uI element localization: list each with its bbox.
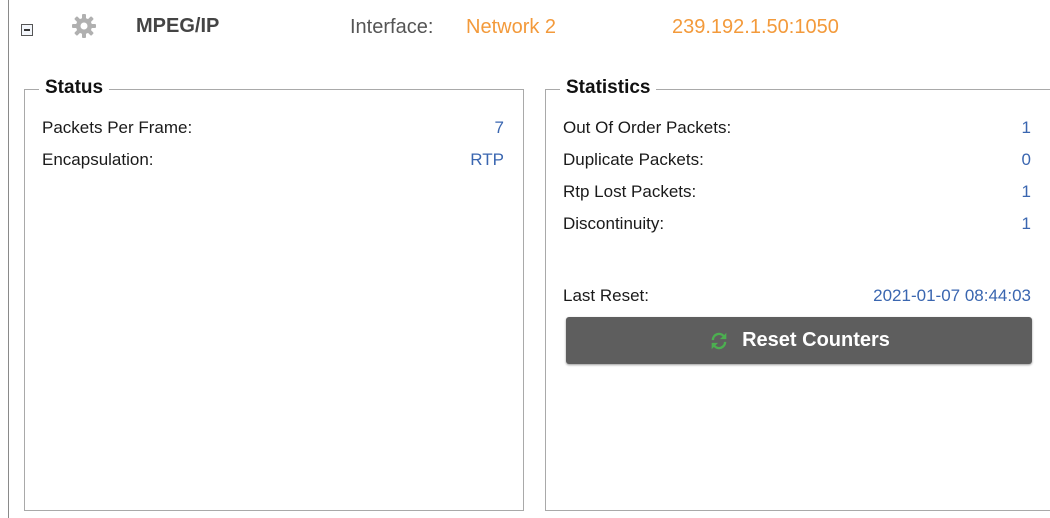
refresh-icon — [711, 332, 727, 349]
statistics-group: Statistics Out Of Order Packets: 1 Dupli… — [545, 77, 1050, 511]
status-title: Status — [39, 77, 110, 99]
stat-label: Discontinuity: — [563, 214, 665, 233]
stat-row-discontinuity: Discontinuity: 1 — [563, 214, 1031, 238]
interface-label: Interface: — [350, 16, 434, 38]
statistics-title: Statistics — [560, 77, 657, 99]
status-row-encapsulation: Encapsulation: RTP — [42, 150, 504, 174]
module-name: MPEG/IP — [136, 15, 220, 37]
stat-label: Rtp Lost Packets: — [563, 182, 697, 201]
status-label: Packets Per Frame: — [42, 118, 193, 137]
stat-value: 1 — [1021, 182, 1031, 201]
status-group: Status Packets Per Frame: 7 Encapsulatio… — [24, 77, 524, 511]
reset-counters-label: Reset Counters — [742, 329, 890, 351]
stat-value: 0 — [1021, 150, 1031, 169]
multicast-address: 239.192.1.50:1050 — [672, 16, 839, 38]
reset-counters-button[interactable]: Reset Counters — [566, 317, 1032, 364]
status-row-packets-per-frame: Packets Per Frame: 7 — [42, 118, 504, 142]
last-reset-label: Last Reset: — [563, 286, 649, 305]
gear-icon[interactable] — [71, 13, 97, 39]
last-reset-value: 2021-01-07 08:44:03 — [873, 286, 1031, 305]
stat-row-last-reset: Last Reset: 2021-01-07 08:44:03 — [563, 286, 1031, 310]
stat-value: 1 — [1021, 118, 1031, 137]
interface-value: Network 2 — [466, 16, 557, 38]
stat-value: 1 — [1021, 214, 1031, 233]
collapse-icon[interactable] — [21, 24, 33, 36]
stat-label: Duplicate Packets: — [563, 150, 704, 169]
stat-row-out-of-order: Out Of Order Packets: 1 — [563, 118, 1031, 142]
status-value: 7 — [494, 118, 504, 137]
status-label: Encapsulation: — [42, 150, 154, 169]
stat-row-rtp-lost: Rtp Lost Packets: 1 — [563, 182, 1031, 206]
module-header: MPEG/IP Interface: Network 2 239.192.1.5… — [0, 0, 1050, 56]
status-value: RTP — [470, 150, 504, 169]
stat-row-duplicate: Duplicate Packets: 0 — [563, 150, 1031, 174]
stat-label: Out Of Order Packets: — [563, 118, 732, 137]
